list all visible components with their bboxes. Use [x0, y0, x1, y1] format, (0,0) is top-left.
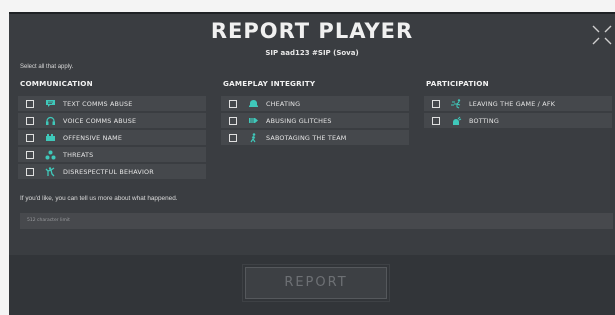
option-label: OFFENSIVE NAME [63, 133, 123, 142]
details-prompt: If you'd like, you can tell us more abou… [20, 195, 178, 202]
option-label: CHEATING [266, 99, 301, 108]
bot-icon [450, 116, 462, 126]
option-label: TEXT COMMS ABUSE [63, 99, 133, 108]
option-cheating[interactable]: CHEATING [221, 96, 409, 111]
option-label: BOTTING [469, 116, 500, 125]
option-botting[interactable]: BOTTING [424, 113, 612, 128]
option-label: LEAVING THE GAME / AFK [469, 99, 556, 108]
cheating-icon [247, 99, 259, 109]
glitch-icon [247, 116, 259, 126]
checkbox[interactable] [26, 99, 34, 108]
option-disrespectful-behavior[interactable]: DISRESPECTFUL BEHAVIOR [18, 164, 206, 179]
dialog-footer: REPORT [9, 255, 615, 315]
report-player-dialog: REPORT PLAYER SIP aad123 #SIP (Sova) Sel… [9, 12, 615, 315]
screen: REPORT PLAYER SIP aad123 #SIP (Sova) Sel… [0, 0, 615, 315]
checkbox[interactable] [26, 167, 34, 176]
select-instruction: Select all that apply. [20, 64, 74, 70]
reported-player-name: SIP aad123 #SIP (Sova) [265, 49, 359, 57]
heading-communication: COMMUNICATION [20, 79, 93, 88]
option-label: DISRESPECTFUL BEHAVIOR [63, 167, 154, 176]
option-leaving-the-game-afk[interactable]: LEAVING THE GAME / AFK [424, 96, 612, 111]
option-sabotaging-the-team[interactable]: SABOTAGING THE TEAM [221, 130, 409, 145]
leave-icon [450, 98, 462, 109]
option-threats[interactable]: THREATS [18, 147, 206, 162]
heading-gameplay-integrity: GAMEPLAY INTEGRITY [223, 79, 316, 88]
chat-icon [44, 99, 56, 109]
checkbox[interactable] [26, 150, 34, 159]
option-offensive-name[interactable]: OFFENSIVE NAME [18, 130, 206, 145]
headset-icon [44, 116, 56, 126]
details-input[interactable]: 512 character limit [20, 213, 613, 229]
option-abusing-glitches[interactable]: ABUSING GLITCHES [221, 113, 409, 128]
checkbox[interactable] [229, 133, 237, 142]
option-label: VOICE COMMS ABUSE [63, 116, 137, 125]
option-text-comms-abuse[interactable]: TEXT COMMS ABUSE [18, 96, 206, 111]
checkbox[interactable] [26, 116, 34, 125]
checkbox[interactable] [432, 116, 440, 125]
checkbox[interactable] [229, 116, 237, 125]
heading-participation: PARTICIPATION [426, 79, 489, 88]
checkbox[interactable] [229, 99, 237, 108]
threat-icon [44, 150, 56, 160]
option-label: THREATS [63, 150, 94, 159]
dialog-top-border [9, 12, 615, 14]
dialog-title: REPORT PLAYER [210, 19, 414, 43]
option-voice-comms-abuse[interactable]: VOICE COMMS ABUSE [18, 113, 206, 128]
sabotage-icon [247, 132, 259, 143]
report-button[interactable]: REPORT [242, 264, 390, 302]
checkbox[interactable] [432, 99, 440, 108]
close-icon[interactable] [591, 24, 613, 46]
option-label: SABOTAGING THE TEAM [266, 133, 347, 142]
disrespect-icon [44, 166, 56, 177]
option-label: ABUSING GLITCHES [266, 116, 332, 125]
name-tag-icon [44, 133, 56, 143]
checkbox[interactable] [26, 133, 34, 142]
